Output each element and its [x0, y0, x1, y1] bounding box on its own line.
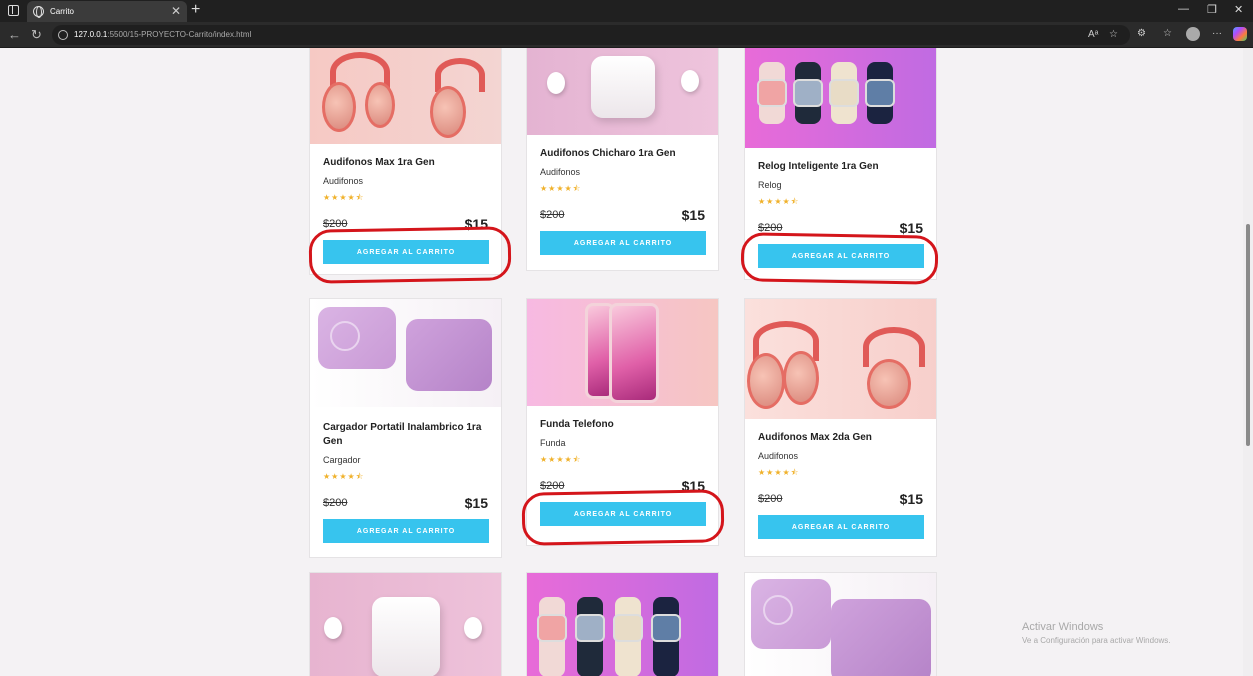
- old-price: $200: [540, 209, 565, 221]
- browser-titlebar: Carrito ✕ + — ❐ ✕: [0, 0, 1253, 22]
- product-category: Funda: [540, 438, 566, 448]
- rating-stars: ★★★★⯪: [323, 193, 365, 202]
- rating-stars: ★★★★⯪: [758, 468, 800, 477]
- url-field[interactable]: 127.0.0.1:5500/15-PROYECTO-Carrito/index…: [52, 25, 1130, 45]
- address-bar: ← ↻ 127.0.0.1:5500/15-PROYECTO-Carrito/i…: [0, 22, 1253, 48]
- back-icon[interactable]: ←: [8, 27, 21, 42]
- add-to-cart-button[interactable]: AGREGAR AL CARRITO: [758, 515, 924, 539]
- product-name: Relog Inteligente 1ra Gen: [758, 161, 879, 172]
- product-image: [310, 573, 501, 676]
- url-host: 127.0.0.1: [74, 30, 108, 39]
- product-name: Audifonos Chicharo 1ra Gen: [540, 148, 676, 159]
- product-image: [745, 573, 936, 676]
- product-image: [527, 299, 718, 406]
- scrollbar-thumb[interactable]: [1246, 224, 1250, 446]
- product-image: [310, 48, 501, 144]
- minimize-icon[interactable]: —: [1178, 3, 1189, 15]
- price-row: $200 $15: [323, 216, 488, 234]
- old-price: $200: [323, 497, 348, 509]
- sidebar-toggle-icon[interactable]: [8, 5, 19, 16]
- product-name: Funda Telefono: [540, 419, 614, 430]
- product-image: [310, 299, 501, 407]
- extensions-icon[interactable]: ⚙: [1137, 28, 1146, 39]
- add-to-cart-button[interactable]: AGREGAR AL CARRITO: [323, 519, 489, 543]
- favorites-icon[interactable]: ☆: [1163, 28, 1172, 39]
- price-row: $200 $15: [540, 478, 705, 496]
- product-category: Cargador: [323, 455, 361, 465]
- rating-stars: ★★★★⯪: [758, 197, 800, 206]
- more-menu-icon[interactable]: ···: [1212, 28, 1222, 39]
- price-row: $200 $15: [758, 491, 923, 509]
- price-row: $200 $15: [323, 495, 488, 513]
- rating-stars: ★★★★⯪: [540, 184, 582, 193]
- close-window-icon[interactable]: ✕: [1234, 3, 1243, 16]
- price: $15: [681, 207, 705, 223]
- rating-stars: ★★★★⯪: [540, 455, 582, 464]
- url-text: 127.0.0.1:5500/15-PROYECTO-Carrito/index…: [74, 30, 251, 39]
- profile-avatar[interactable]: [1186, 27, 1200, 41]
- product-card: Audifonos Chicharo 1ra Gen Audifonos ★★★…: [526, 48, 719, 271]
- price: $15: [681, 478, 705, 494]
- watermark-title: Activar Windows: [1022, 621, 1104, 633]
- product-category: Audifonos: [758, 451, 799, 461]
- new-tab-button[interactable]: +: [191, 1, 200, 19]
- globe-icon: [33, 6, 44, 18]
- old-price: $200: [758, 222, 783, 234]
- product-card: Cargador Portatil Inalambrico 1ra Gen Ca…: [309, 298, 502, 558]
- site-info-icon[interactable]: [58, 30, 68, 40]
- old-price: $200: [323, 218, 348, 230]
- product-category: Relog: [758, 180, 782, 190]
- product-image: [527, 48, 718, 135]
- page-viewport: Audifonos Max 1ra Gen Audifonos ★★★★⯪ $2…: [3, 48, 1243, 676]
- product-card: [744, 572, 937, 676]
- product-category: Audifonos: [540, 167, 581, 177]
- browser-tab[interactable]: Carrito ✕: [27, 1, 187, 22]
- product-card: Audifonos Max 2da Gen Audifonos ★★★★⯪ $2…: [744, 298, 937, 557]
- product-image: [745, 299, 936, 419]
- price-row: $200 $15: [758, 220, 923, 238]
- price: $15: [464, 495, 488, 511]
- old-price: $200: [540, 480, 565, 492]
- copilot-icon[interactable]: [1233, 27, 1247, 41]
- product-name: Audifonos Max 1ra Gen: [323, 157, 435, 168]
- product-name: Cargador Portatil Inalambrico 1ra Gen: [323, 422, 482, 447]
- read-aloud-icon[interactable]: Aᵃ: [1088, 29, 1098, 40]
- add-to-cart-button[interactable]: AGREGAR AL CARRITO: [540, 231, 706, 255]
- product-card: Relog Inteligente 1ra Gen Relog ★★★★⯪ $2…: [744, 48, 937, 280]
- add-to-cart-button[interactable]: AGREGAR AL CARRITO: [758, 244, 924, 268]
- url-path: :5500/15-PROYECTO-Carrito/index.html: [107, 30, 252, 39]
- price-row: $200 $15: [540, 207, 705, 225]
- product-card: [526, 572, 719, 676]
- product-name: Audifonos Max 2da Gen: [758, 432, 872, 443]
- add-to-cart-button[interactable]: AGREGAR AL CARRITO: [540, 502, 706, 526]
- close-tab-icon[interactable]: ✕: [171, 4, 181, 18]
- rating-stars: ★★★★⯪: [323, 472, 365, 481]
- restore-icon[interactable]: ❐: [1207, 3, 1217, 16]
- watermark-subtitle: Ve a Configuración para activar Windows.: [1022, 636, 1171, 645]
- price: $15: [464, 216, 488, 232]
- product-image: [527, 573, 718, 676]
- refresh-icon[interactable]: ↻: [31, 27, 42, 43]
- page-scrollbar[interactable]: [1243, 48, 1253, 676]
- product-category: Audifonos: [323, 176, 364, 186]
- old-price: $200: [758, 493, 783, 505]
- product-card: Funda Telefono Funda ★★★★⯪ $200 $15 AGRE…: [526, 298, 719, 546]
- windows-activation-watermark: Activar Windows Ve a Configuración para …: [1022, 621, 1171, 645]
- tab-title: Carrito: [50, 7, 75, 16]
- add-to-cart-button[interactable]: AGREGAR AL CARRITO: [323, 240, 489, 264]
- price: $15: [899, 491, 923, 507]
- product-card: [309, 572, 502, 676]
- product-card: Audifonos Max 1ra Gen Audifonos ★★★★⯪ $2…: [309, 48, 502, 275]
- favorite-star-icon[interactable]: ☆: [1109, 29, 1118, 40]
- product-image: [745, 48, 936, 148]
- price: $15: [899, 220, 923, 236]
